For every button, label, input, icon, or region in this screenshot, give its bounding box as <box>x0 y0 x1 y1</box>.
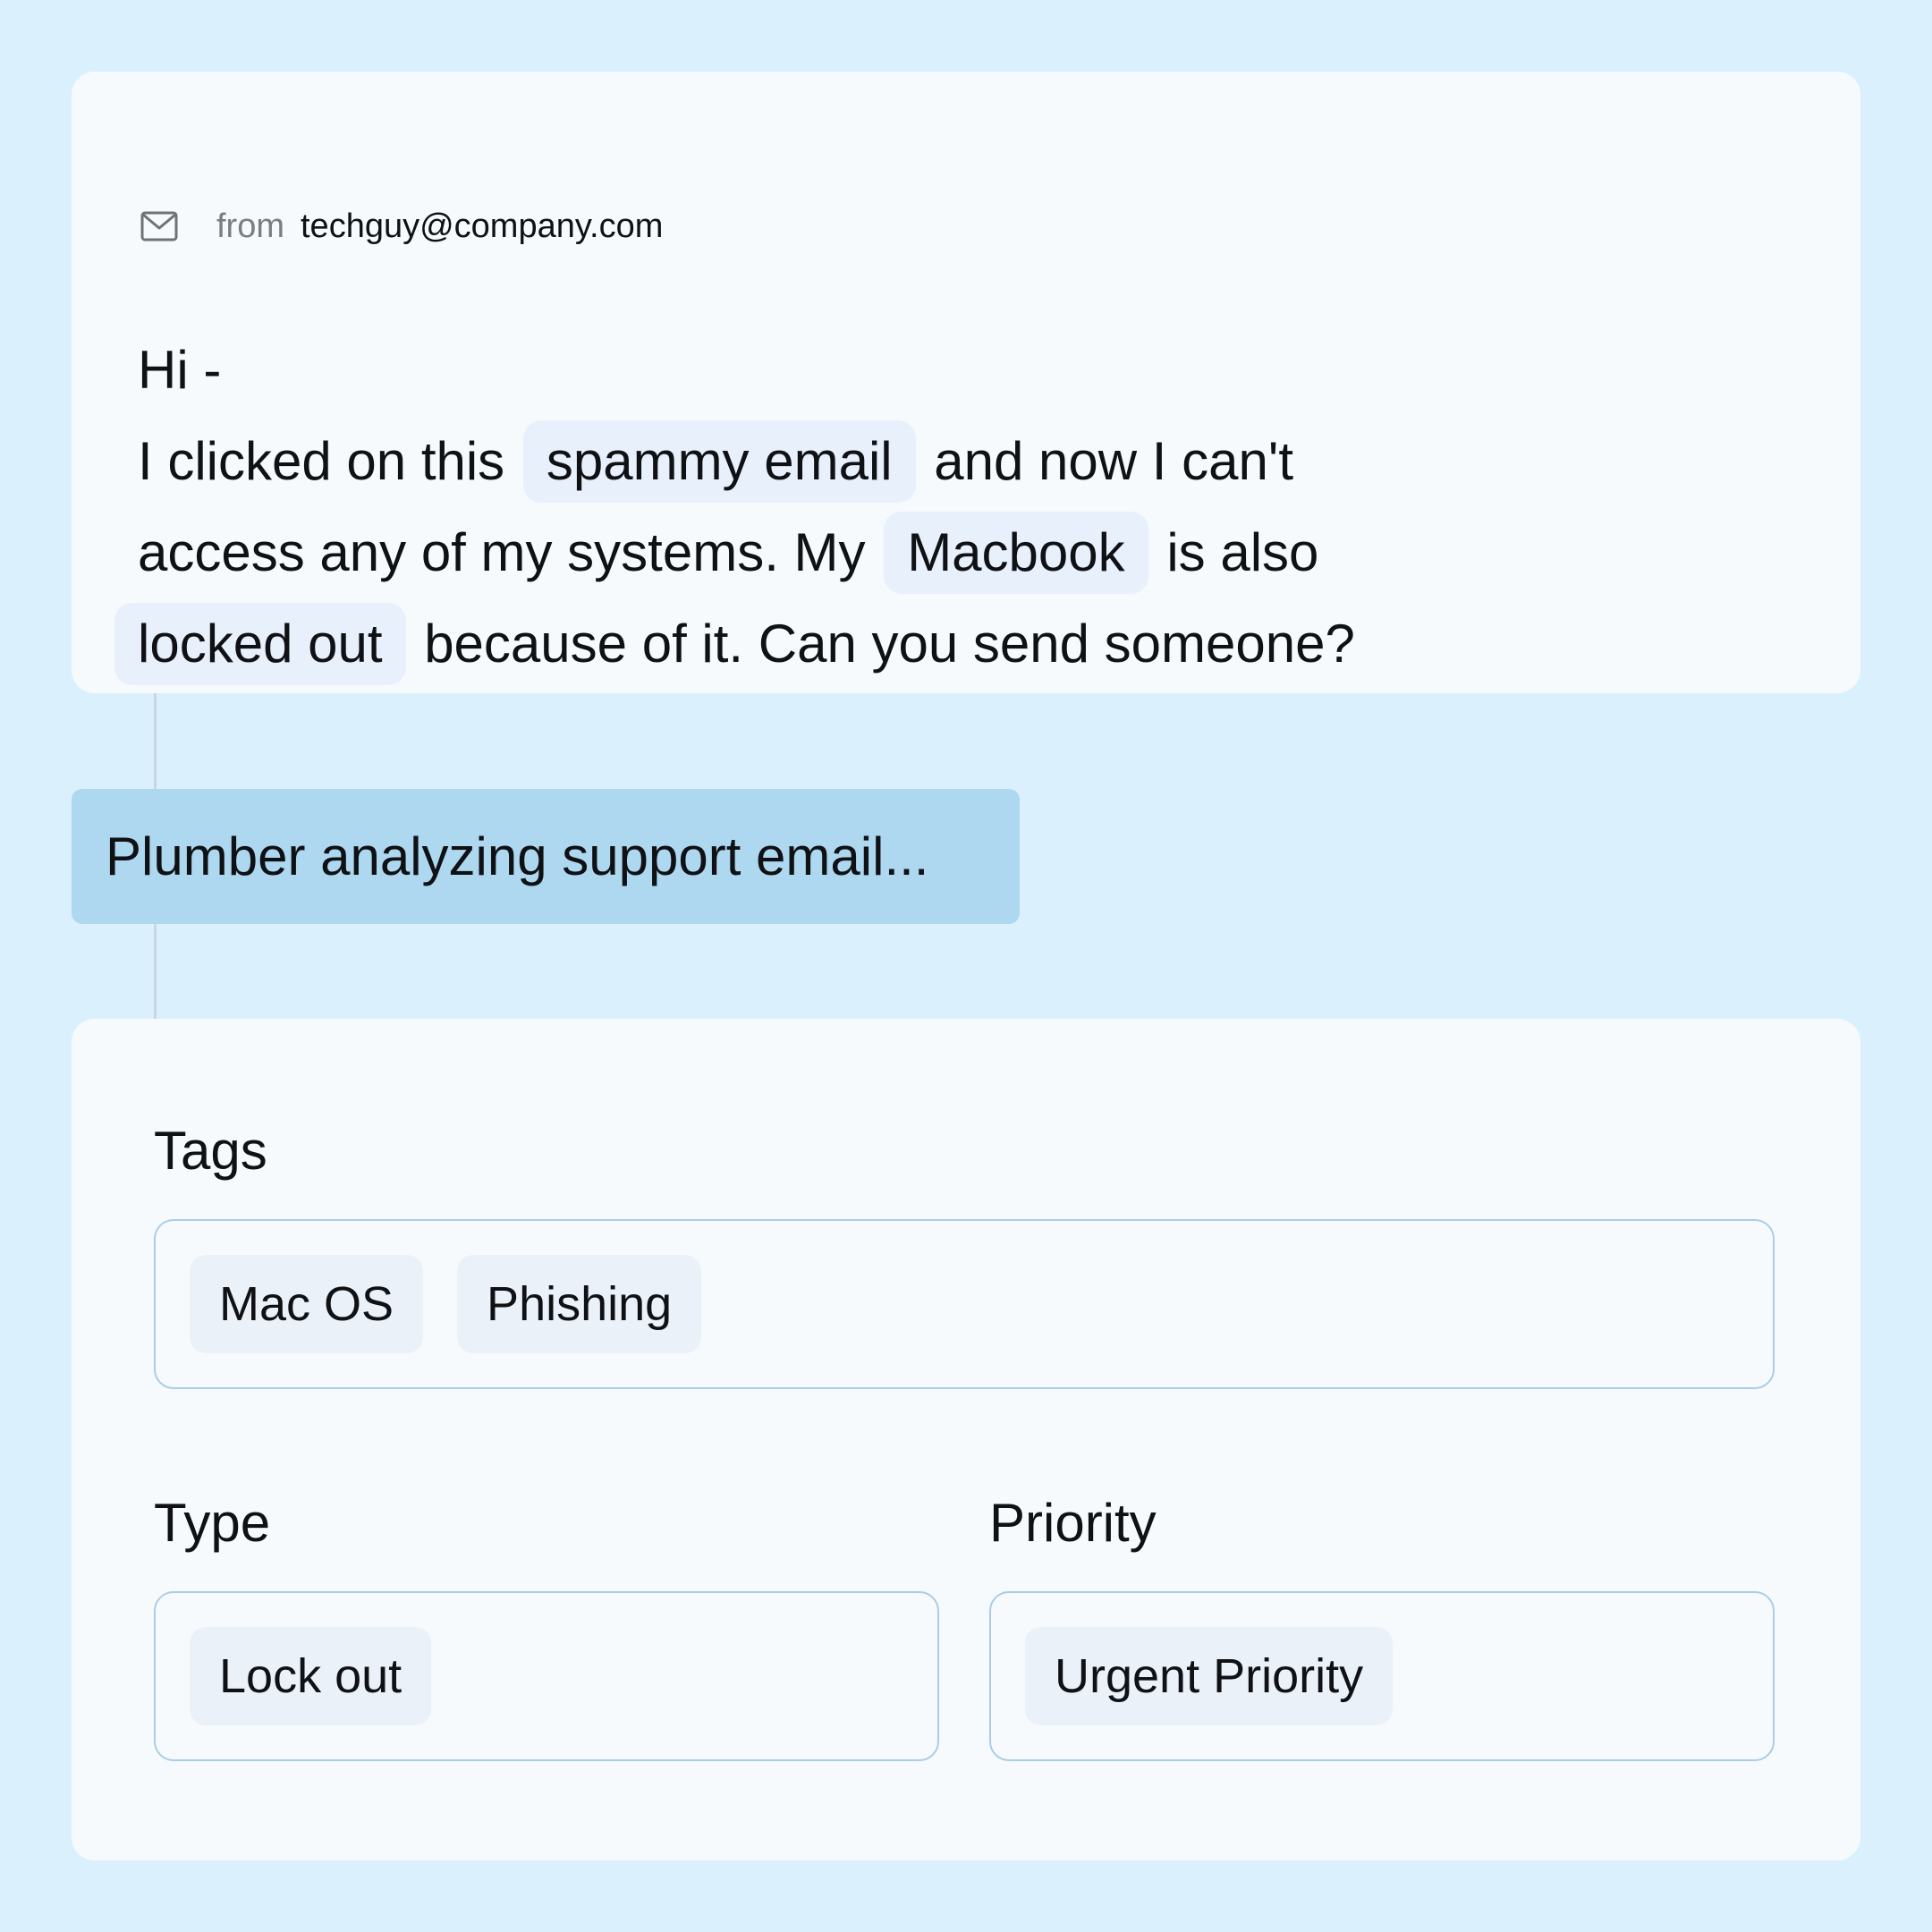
status-banner: Plumber analyzing support email... <box>72 789 1020 924</box>
email-line-1: I clicked on this spammy email and now I… <box>138 416 1569 507</box>
email-card: from techguy@company.com Hi - I clicked … <box>72 72 1860 693</box>
sender-address[interactable]: techguy@company.com <box>301 208 663 246</box>
tag-chip[interactable]: Phishing <box>457 1255 702 1353</box>
email-line-2: access any of my systems. My Macbook is … <box>138 507 1569 598</box>
tags-field[interactable]: Mac OS Phishing <box>154 1219 1775 1389</box>
flow-connector <box>154 693 157 789</box>
email-text: access any of my systems. My <box>138 522 866 582</box>
flow-connector <box>154 924 157 1019</box>
tags-label: Tags <box>154 1121 267 1181</box>
status-text: Plumber analyzing support email... <box>106 826 929 886</box>
email-text: because of it. Can you send someone? <box>424 614 1355 674</box>
email-text: is also <box>1166 522 1319 582</box>
email-header: from techguy@company.com <box>140 204 663 249</box>
highlight-entity: locked out <box>114 603 406 685</box>
highlight-entity: Macbook <box>884 512 1148 594</box>
from-label: from <box>216 207 284 245</box>
priority-chip[interactable]: Urgent Priority <box>1025 1627 1394 1725</box>
priority-field[interactable]: Urgent Priority <box>989 1591 1775 1761</box>
priority-label: Priority <box>989 1493 1157 1553</box>
email-text: and now I can't <box>934 431 1293 491</box>
email-greeting: Hi - <box>138 340 222 400</box>
email-line-3: locked out because of it. Can you send s… <box>114 598 1569 690</box>
email-body: Hi - I clicked on this spammy email and … <box>114 325 1569 690</box>
type-label: Type <box>154 1493 271 1553</box>
mail-envelope-icon <box>140 208 179 244</box>
highlight-entity: spammy email <box>522 420 916 503</box>
email-text: I clicked on this <box>138 431 505 491</box>
type-chip[interactable]: Lock out <box>190 1627 432 1725</box>
result-card: Tags Mac OS Phishing Type Lock out Prior… <box>72 1019 1860 1860</box>
type-field[interactable]: Lock out <box>154 1591 939 1761</box>
tag-chip[interactable]: Mac OS <box>190 1255 424 1353</box>
